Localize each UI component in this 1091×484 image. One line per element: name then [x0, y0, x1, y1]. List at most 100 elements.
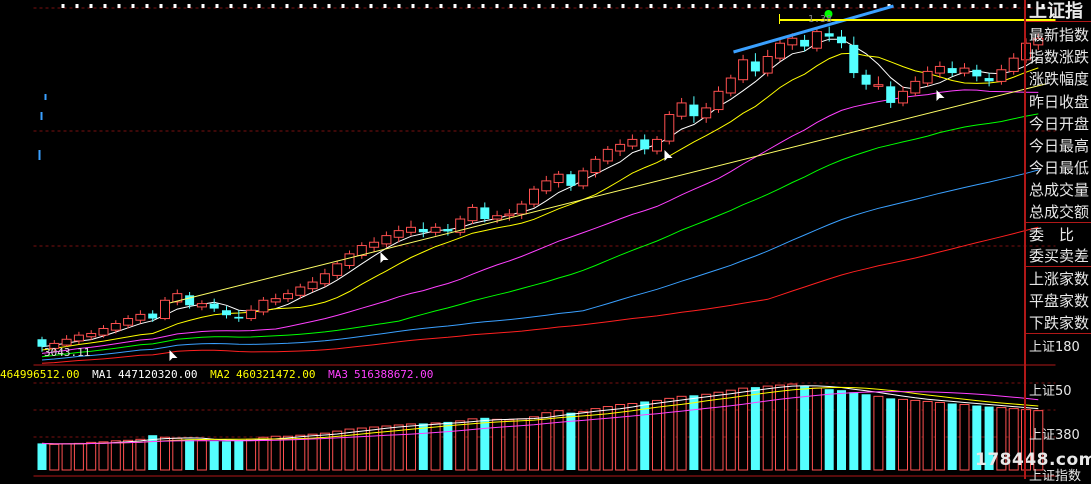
candle-down	[148, 313, 158, 319]
candle-up	[996, 69, 1007, 82]
top-marker	[145, 4, 149, 8]
volume-bar	[283, 435, 293, 471]
top-marker	[481, 4, 485, 8]
candle-up	[578, 170, 589, 187]
top-marker	[551, 4, 555, 8]
sidebar-row: 上涨家数	[1029, 270, 1090, 288]
volume-bar	[234, 440, 244, 470]
candle-up	[430, 226, 441, 233]
top-marker	[859, 4, 863, 8]
candle-up	[406, 226, 416, 233]
volume-bar	[160, 436, 170, 471]
volume-bar	[602, 406, 613, 471]
top-marker	[901, 4, 905, 8]
candle-up	[615, 143, 626, 152]
top-marker	[831, 4, 835, 8]
top-marker	[873, 4, 877, 8]
volume-bar	[258, 436, 269, 471]
candle-down	[837, 36, 846, 44]
sidebar-link[interactable]: 上证380	[1029, 424, 1080, 443]
candle-down	[689, 104, 699, 117]
volume-bar	[135, 438, 146, 471]
top-marker	[369, 4, 373, 8]
volume-value: 464996512.00	[0, 368, 80, 381]
top-marker	[775, 4, 779, 8]
volume-bar	[98, 441, 109, 471]
volume-bar	[49, 443, 60, 471]
top-marker	[467, 4, 471, 8]
sidebar-link[interactable]: 上证180	[1029, 336, 1080, 355]
top-marker	[607, 4, 611, 8]
candle-up	[344, 253, 355, 266]
candle-up	[381, 235, 392, 245]
volume-bar	[516, 418, 527, 471]
sidebar-row: 委 比	[1029, 226, 1075, 244]
candle-up	[135, 313, 146, 321]
ma1-value: 447120320.00	[117, 368, 198, 381]
candle-up	[196, 303, 207, 308]
top-marker	[509, 4, 513, 8]
candle-up	[529, 188, 539, 205]
sidebar-row: 今日最低	[1029, 159, 1090, 177]
candle-down	[480, 207, 490, 220]
volume-bar	[615, 404, 626, 471]
volume-bar	[430, 422, 441, 471]
candle-down	[824, 33, 834, 37]
ma2-value: 460321472.00	[235, 368, 316, 381]
top-marker	[1013, 4, 1017, 8]
trend-line	[169, 83, 1046, 304]
volume-bar	[787, 383, 798, 471]
volume-bar	[701, 393, 712, 471]
top-marker	[971, 4, 975, 8]
volume-bar	[61, 443, 72, 471]
candle-up	[73, 334, 84, 342]
top-marker	[649, 4, 653, 8]
volume-bar	[849, 392, 859, 470]
volume-bar	[172, 437, 183, 471]
candle-up	[775, 42, 785, 59]
top-marker	[985, 4, 989, 8]
top-marker	[61, 4, 65, 8]
top-marker	[495, 4, 499, 8]
sidebar-link[interactable]: 上证指数	[1029, 465, 1081, 484]
candle-up	[283, 293, 293, 300]
candle-down	[234, 316, 244, 319]
top-marker	[621, 4, 625, 8]
top-marker	[187, 4, 191, 8]
top-marker	[747, 4, 751, 8]
top-marker	[523, 4, 527, 8]
chart-canvas	[33, 4, 1056, 477]
candle-up	[504, 213, 515, 217]
top-marker	[761, 4, 765, 8]
ma-line-3	[41, 89, 1039, 354]
candle-down	[886, 86, 896, 103]
top-marker	[313, 4, 317, 8]
ma-line-5	[41, 169, 1039, 361]
sidebar-link[interactable]: 上证50	[1029, 380, 1072, 399]
candle-up	[332, 263, 343, 276]
top-marker	[89, 4, 93, 8]
high-price-label: 1.38	[808, 14, 833, 25]
volume-bar	[640, 401, 650, 470]
volume-bar	[418, 423, 428, 470]
volume-bar	[86, 441, 97, 471]
candle-up	[492, 215, 503, 220]
volume-bar	[959, 404, 970, 471]
candle-up	[307, 281, 318, 290]
volume-bar	[467, 418, 478, 471]
top-marker	[439, 4, 443, 8]
volume-bar	[664, 397, 675, 471]
top-marker	[565, 4, 569, 8]
candle-up	[160, 299, 170, 320]
volume-bar	[246, 438, 257, 471]
candle-down	[750, 61, 760, 72]
candle-down	[640, 139, 650, 150]
ma3-value: 516388672.00	[353, 368, 434, 381]
quote-sidebar: 上证指 最新指数 指数涨跌 涨跌幅度 昨日收盘 今日开盘 今日最高 今日最低 总…	[1024, 0, 1091, 484]
candle-up	[123, 318, 134, 326]
candle-down	[947, 68, 957, 74]
volume-bar	[934, 401, 945, 471]
candle-up	[701, 107, 712, 119]
candle-up	[246, 309, 257, 320]
volume-bar	[837, 390, 846, 470]
